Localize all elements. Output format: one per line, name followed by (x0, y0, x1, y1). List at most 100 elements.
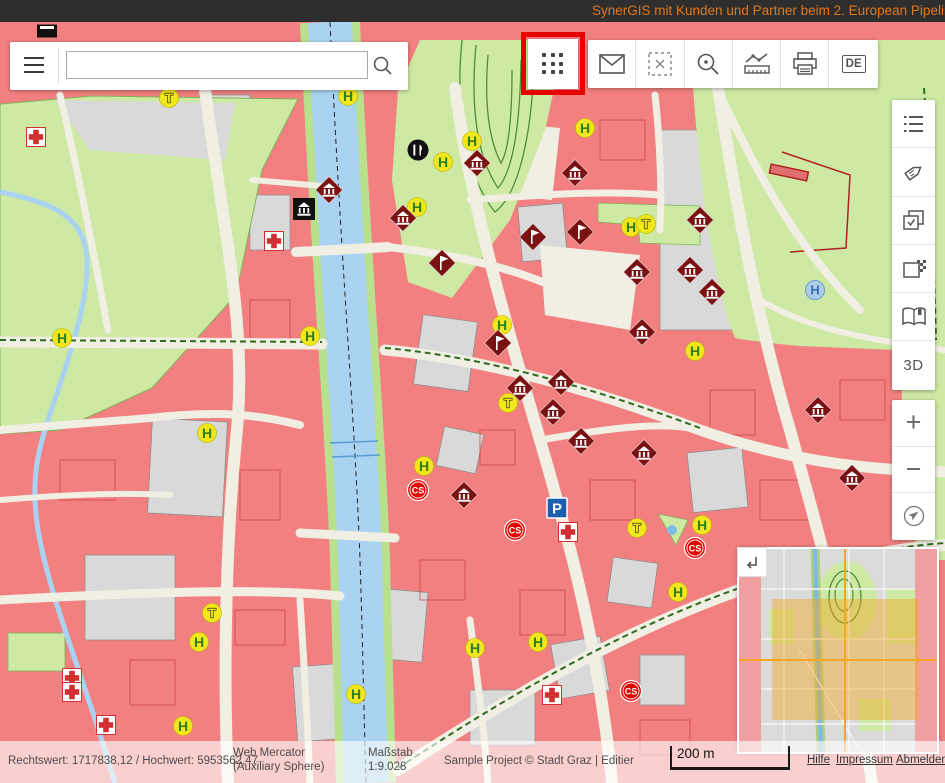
svg-text:H: H (467, 133, 477, 149)
poi-cross (559, 523, 578, 542)
zoom-out-label: − (906, 454, 922, 485)
geolocate-icon (902, 504, 926, 528)
poi-h: H (576, 119, 595, 138)
poi-h: H (693, 516, 712, 535)
svg-text:T: T (165, 91, 173, 106)
poi-h: H (174, 717, 193, 736)
poi-cross (97, 716, 116, 735)
poi-cs: CS (621, 681, 642, 702)
print-button[interactable] (781, 40, 829, 88)
svg-text:H: H (343, 88, 353, 104)
attribution: Sample Project © Stadt Graz | Editieren … (444, 754, 634, 768)
zoom-magnifier-icon (695, 51, 721, 77)
coordinates-readout: Rechtswert: 1717838,12 / Hochwert: 59535… (8, 754, 258, 768)
overview-map[interactable] (737, 547, 939, 754)
poi-cs: CS (505, 520, 526, 541)
svg-text:H: H (438, 154, 448, 170)
measure-icon (743, 52, 771, 76)
poi-h: H (415, 457, 434, 476)
geolocate-button[interactable] (892, 493, 935, 540)
language-label: DE (842, 55, 866, 73)
layers-check-icon (901, 208, 927, 232)
poi-h: H (53, 329, 72, 348)
logout-link[interactable]: Abmelden (896, 754, 945, 766)
poi-h: H (686, 342, 705, 361)
poi-h: H (347, 685, 366, 704)
poi-t: T (203, 604, 222, 623)
imprint-link[interactable]: Impressum (836, 754, 893, 766)
poi-cross (27, 128, 46, 147)
legend-list-button[interactable] (892, 100, 935, 148)
layers-transparency-icon (901, 257, 927, 281)
right-sidebar: 3D (892, 100, 935, 390)
svg-text:H: H (194, 634, 204, 650)
svg-text:T: T (642, 217, 650, 232)
poi-blk (37, 25, 57, 38)
svg-text:T: T (208, 606, 216, 621)
poi-cross (265, 232, 284, 251)
poi-h: H (301, 327, 320, 346)
svg-text:H: H (470, 640, 480, 656)
tag-icon (902, 160, 926, 184)
mail-icon (599, 54, 625, 74)
poi-t: T (637, 215, 656, 234)
menu-hamburger-button[interactable] (20, 52, 48, 80)
svg-text:H: H (580, 120, 590, 136)
zoom-in-label: + (906, 407, 922, 438)
scale-readout: Maßstab 1:9.028 (368, 746, 428, 774)
search-icon[interactable] (368, 52, 398, 80)
poi-h: H (198, 424, 217, 443)
zoom-magnifier-button[interactable] (685, 40, 733, 88)
news-ticker-text: SynerGIS mit Kunden und Partner beim 2. … (592, 3, 945, 18)
poi-cross (543, 686, 562, 705)
poi-cs: CS (408, 480, 429, 501)
label-tag-button[interactable] (892, 148, 935, 196)
poi-cross (63, 683, 82, 702)
projection-label: Web Mercator (Auxiliary Sphere) (233, 746, 349, 774)
map-toolbar: DE (588, 40, 878, 88)
zoom-panel: + − (892, 400, 935, 540)
svg-text:CS: CS (689, 543, 702, 553)
select-rectangle-icon (647, 51, 673, 77)
svg-text:T: T (633, 521, 641, 536)
poi-t: T (160, 89, 179, 108)
svg-text:H: H (626, 219, 636, 235)
svg-text:CS: CS (412, 485, 425, 495)
select-rectangle-button[interactable] (636, 40, 684, 88)
language-button[interactable]: DE (829, 40, 877, 88)
bookmarks-book-button[interactable] (892, 293, 935, 341)
svg-text:H: H (690, 343, 700, 359)
poi-musb (293, 198, 315, 220)
zoom-out-button[interactable]: − (892, 447, 935, 494)
mail-button[interactable] (588, 40, 636, 88)
search-input[interactable] (66, 51, 368, 79)
poi-h: H (463, 132, 482, 151)
zoom-in-button[interactable]: + (892, 400, 935, 447)
tools-grid-button[interactable] (528, 39, 578, 89)
svg-text:H: H (351, 686, 361, 702)
view-3d-label: 3D (903, 357, 923, 374)
svg-text:H: H (673, 584, 683, 600)
scalebar: 200 m (670, 746, 790, 770)
svg-text:H: H (419, 458, 429, 474)
scale-value: 1:9.028 (368, 760, 428, 774)
collapse-corner-icon (743, 553, 761, 571)
list-icon (902, 114, 926, 134)
svg-text:H: H (697, 517, 707, 533)
layers-select-button[interactable] (892, 197, 935, 245)
svg-text:P: P (552, 500, 562, 517)
poi-h: H (529, 633, 548, 652)
svg-text:H: H (202, 425, 212, 441)
svg-text:H: H (57, 330, 67, 346)
overview-collapse-button[interactable] (737, 547, 767, 577)
grid-icon (542, 53, 564, 75)
svg-text:H: H (178, 718, 188, 734)
book-icon (901, 306, 927, 328)
svg-text:CS: CS (509, 525, 522, 535)
view-3d-button[interactable]: 3D (892, 341, 935, 389)
help-link[interactable]: Hilfe (807, 754, 830, 766)
measure-button[interactable] (733, 40, 781, 88)
poi-h: H (669, 583, 688, 602)
layers-transparency-button[interactable] (892, 245, 935, 293)
svg-text:T: T (504, 396, 512, 411)
